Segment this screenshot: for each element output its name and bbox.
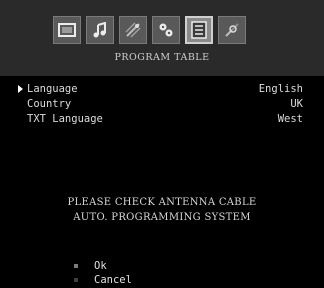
source-icon <box>225 23 239 37</box>
tab-source[interactable] <box>218 16 246 44</box>
tab-sound[interactable] <box>86 16 114 44</box>
setting-label: Language <box>27 83 78 95</box>
settings-list: Language English Country UK TXT Language… <box>0 82 324 127</box>
tab-picture[interactable] <box>53 16 81 44</box>
selection-arrow-icon <box>18 85 23 93</box>
bullet-icon <box>74 264 78 268</box>
setting-row-language[interactable]: Language English <box>0 82 324 97</box>
bullet-icon <box>74 278 78 282</box>
features-icon <box>125 22 141 38</box>
menu-header: PROGRAM TABLE <box>0 0 324 76</box>
menu-tabs <box>53 16 246 44</box>
tab-features[interactable] <box>119 16 147 44</box>
setting-value: English <box>258 83 303 95</box>
cancel-label: Cancel <box>94 274 132 286</box>
sound-icon <box>93 22 106 38</box>
picture-icon <box>58 23 76 37</box>
program-table-icon <box>191 21 207 39</box>
setting-label: TXT Language <box>27 113 103 125</box>
setting-label: Country <box>27 98 72 110</box>
setting-value: UK <box>290 98 303 110</box>
tab-program-table[interactable] <box>185 16 213 44</box>
message-line: PLEASE CHECK ANTENNA CABLE <box>67 197 257 208</box>
setting-row-country[interactable]: Country UK <box>0 97 324 112</box>
tab-install[interactable] <box>152 16 180 44</box>
antenna-message: PLEASE CHECK ANTENNA CABLE AUTO. PROGRAM… <box>0 195 324 225</box>
menu-title: PROGRAM TABLE <box>114 52 210 63</box>
install-icon <box>159 23 173 37</box>
message-line: AUTO. PROGRAMMING SYSTEM <box>73 212 251 223</box>
ok-label: Ok <box>94 260 107 272</box>
setting-value: West <box>277 113 303 125</box>
setting-row-txt-language[interactable]: TXT Language West <box>0 112 324 127</box>
